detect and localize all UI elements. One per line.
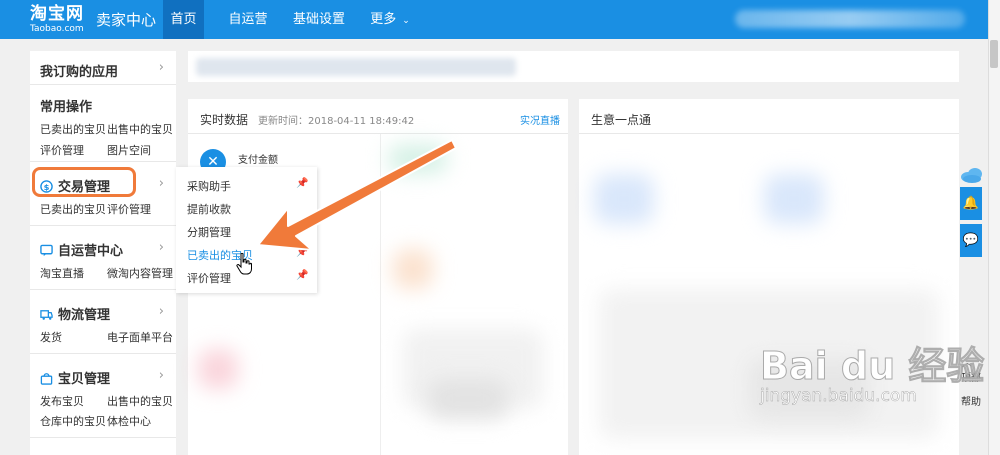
- baidu-jingyan-watermark: Bai du 经验 jingyan.baidu.com: [759, 344, 985, 407]
- link-sold-items-trade[interactable]: 已卖出的宝贝: [40, 201, 106, 217]
- link-sold-items[interactable]: 已卖出的宝贝: [40, 121, 106, 137]
- cloud-icon[interactable]: [960, 165, 984, 185]
- live-link[interactable]: 实况直播: [520, 112, 560, 127]
- page-scrollbar[interactable]: [988, 0, 1000, 455]
- section-self-operation-center[interactable]: 自运营中心: [40, 240, 123, 259]
- divider: [30, 289, 176, 290]
- announcement-banner: [188, 51, 959, 82]
- taobao-logo[interactable]: 淘宝网 Taobao.com: [30, 4, 84, 35]
- section-logistics-management[interactable]: 物流管理: [40, 304, 110, 323]
- message-icon[interactable]: 💬: [960, 224, 982, 257]
- chevron-right-icon[interactable]: ›: [159, 240, 164, 255]
- logo-sub-text: Taobao.com: [30, 24, 84, 34]
- orange-arrow-annotation: [257, 139, 457, 251]
- truck-icon: [40, 310, 53, 320]
- submenu-advance-payment[interactable]: 提前收款: [187, 201, 231, 217]
- submenu-review-management[interactable]: 评价管理: [187, 270, 231, 286]
- watermark-sub: jingyan.baidu.com: [760, 386, 917, 407]
- divider: [30, 353, 176, 354]
- link-review-management[interactable]: 评价管理: [40, 142, 84, 158]
- divider: [30, 437, 176, 438]
- link-on-sale-items[interactable]: 出售中的宝贝: [107, 121, 173, 137]
- link-taobao-live[interactable]: 淘宝直播: [40, 265, 84, 281]
- bell-icon[interactable]: 🔔: [960, 187, 982, 220]
- nav-home-label: 首页: [170, 12, 197, 27]
- divider: [579, 133, 959, 134]
- chevron-right-icon[interactable]: ›: [159, 60, 164, 75]
- update-time: 更新时间：2018-04-11 18:49:42: [258, 116, 415, 127]
- link-on-sale-items-2[interactable]: 出售中的宝贝: [107, 393, 173, 409]
- blurred-chart: [428, 379, 508, 419]
- seller-center-title[interactable]: 卖家中心: [96, 9, 156, 30]
- business-title: 生意一点通: [591, 113, 652, 127]
- common-ops-title: 常用操作: [40, 100, 93, 115]
- nav-home[interactable]: 首页: [163, 0, 204, 39]
- watermark-main: Bai du 经验: [759, 344, 985, 388]
- section-trade-title: 交易管理: [58, 180, 111, 195]
- link-e-waybill[interactable]: 电子面单平台: [107, 329, 173, 345]
- submenu-purchase-assistant[interactable]: 采购助手: [187, 178, 231, 194]
- link-review-management-trade[interactable]: 评价管理: [107, 201, 151, 217]
- pin-icon[interactable]: 📌: [296, 270, 308, 281]
- nav-self-operation[interactable]: 自运营: [220, 0, 276, 39]
- sidebar: 我订购的应用 › 常用操作 已卖出的宝贝 出售中的宝贝 评价管理 图片空间 $ 交…: [30, 51, 176, 455]
- hand-cursor-icon: [236, 253, 252, 275]
- logo-main-text: 淘宝网: [30, 4, 84, 24]
- subscribed-apps-title[interactable]: 我订购的应用: [40, 61, 118, 80]
- bag-icon: [40, 373, 53, 385]
- chevron-right-icon[interactable]: ›: [159, 368, 164, 383]
- chevron-right-icon[interactable]: ›: [159, 304, 164, 319]
- nav-more-label: 更多: [370, 12, 397, 27]
- chat-icon: [40, 244, 53, 257]
- divider: [30, 225, 176, 226]
- banner-blurred-content: [196, 58, 516, 76]
- submenu-installment-management[interactable]: 分期管理: [187, 224, 231, 240]
- user-info-blurred: [735, 10, 965, 28]
- section-self-operation-title: 自运营中心: [58, 244, 124, 259]
- section-item-title: 宝贝管理: [58, 372, 111, 387]
- section-logistics-title: 物流管理: [58, 308, 111, 323]
- link-ship[interactable]: 发货: [40, 329, 62, 345]
- blurred-chart: [594, 174, 654, 224]
- svg-text:$: $: [44, 182, 50, 192]
- section-trade-management[interactable]: $ 交易管理: [40, 176, 110, 195]
- link-publish-item[interactable]: 发布宝贝: [40, 393, 84, 409]
- nav-self-operation-label: 自运营: [228, 12, 268, 27]
- chevron-right-icon[interactable]: ›: [159, 176, 164, 191]
- divider: [30, 84, 176, 85]
- nav-more[interactable]: 更多 ⌄: [362, 0, 418, 39]
- nav-basic-settings-label: 基础设置: [292, 12, 345, 27]
- link-weitao-content[interactable]: 微淘内容管理: [107, 265, 173, 281]
- blurred-chart: [198, 349, 238, 389]
- blurred-chart: [764, 174, 824, 224]
- nav-basic-settings[interactable]: 基础设置: [284, 0, 354, 39]
- realtime-title: 实时数据: [200, 113, 249, 127]
- section-item-management[interactable]: 宝贝管理: [40, 368, 110, 387]
- link-warehouse-items[interactable]: 仓库中的宝贝: [40, 413, 106, 429]
- top-navigation-bar: 淘宝网 Taobao.com 卖家中心 首页 自运营 基础设置 更多 ⌄: [0, 0, 1000, 39]
- divider: [30, 161, 176, 162]
- trade-icon: $: [40, 180, 53, 193]
- chevron-down-icon: ⌄: [402, 16, 410, 26]
- scrollbar-thumb[interactable]: [990, 40, 998, 68]
- link-image-space[interactable]: 图片空间: [107, 142, 151, 158]
- link-health-check[interactable]: 体检中心: [107, 413, 151, 429]
